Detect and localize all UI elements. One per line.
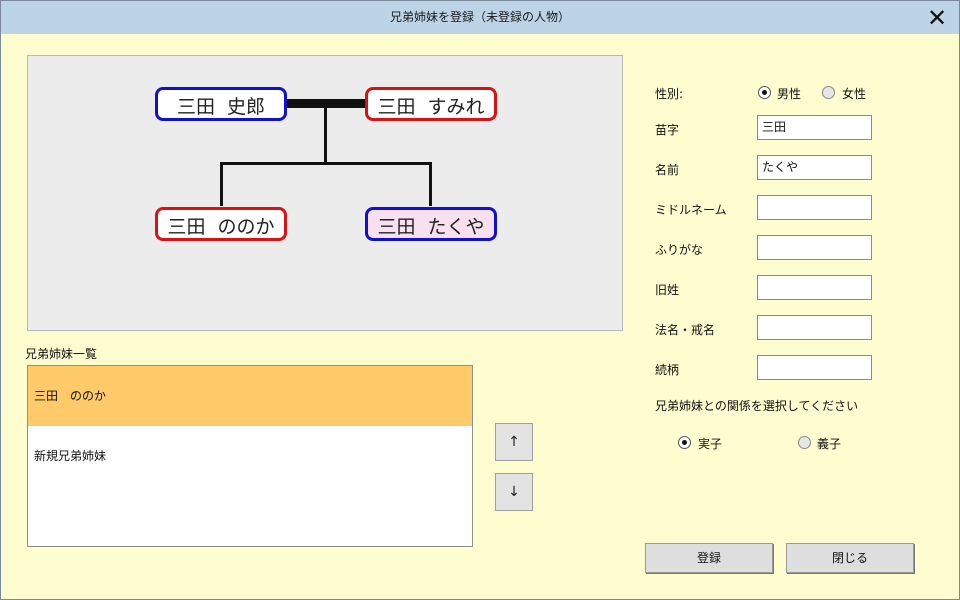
child1-line xyxy=(220,162,223,206)
surname-label: 苗字 xyxy=(655,123,680,137)
close-icon[interactable]: ✕ xyxy=(923,4,951,32)
given-name-field[interactable]: たくや xyxy=(757,155,872,180)
maiden-name-field[interactable] xyxy=(757,275,872,300)
gender-male-label[interactable]: 男性 xyxy=(777,85,801,102)
register-button[interactable]: 登録 xyxy=(645,543,773,573)
sibling-relation-prompt: 兄弟姉妹との関係を選択してください xyxy=(655,399,859,413)
child2-line xyxy=(429,162,432,206)
move-up-button[interactable]: ↑ xyxy=(495,423,533,461)
maiden-name-label: 旧姓 xyxy=(655,283,680,297)
current-person-node[interactable]: 三田 たくや xyxy=(365,207,497,241)
list-item[interactable]: 三田 ののか xyxy=(28,366,472,426)
sibling-node-nonoka[interactable]: 三田 ののか xyxy=(155,207,287,241)
gender-male-radio[interactable] xyxy=(758,86,771,99)
siblings-listbox[interactable]: 三田 ののか 新規兄弟姉妹 xyxy=(27,365,473,547)
furigana-label: ふりがな xyxy=(655,243,704,257)
marriage-line xyxy=(286,99,366,108)
dialog-window: 兄弟姉妹を登録（未登録の人物） ✕ 三田 史郎 三田 すみれ 三田 ののか 三田… xyxy=(0,0,960,600)
biological-child-radio[interactable] xyxy=(678,436,691,449)
gender-female-radio[interactable] xyxy=(822,86,835,99)
radio-dot xyxy=(682,440,687,445)
adopted-child-label[interactable]: 義子 xyxy=(817,435,841,452)
middle-name-field[interactable] xyxy=(757,195,872,220)
siblings-list-label: 兄弟姉妹一覧 xyxy=(25,347,98,361)
biological-child-label[interactable]: 実子 xyxy=(698,435,722,452)
radio-dot xyxy=(762,90,767,95)
gender-label: 性別: xyxy=(655,87,684,101)
list-item[interactable]: 新規兄弟姉妹 xyxy=(28,426,472,486)
window-title: 兄弟姉妹を登録（未登録の人物） xyxy=(389,10,570,24)
father-node[interactable]: 三田 史郎 xyxy=(155,87,287,121)
adopted-child-radio[interactable] xyxy=(798,436,811,449)
relation-label: 続柄 xyxy=(655,363,680,377)
relation-field[interactable] xyxy=(757,355,872,380)
furigana-field[interactable] xyxy=(757,235,872,260)
buddhist-name-label: 法名・戒名 xyxy=(655,323,716,337)
close-button[interactable]: 閉じる xyxy=(786,543,914,573)
buddhist-name-field[interactable] xyxy=(757,315,872,340)
given-name-label: 名前 xyxy=(655,163,680,177)
move-down-button[interactable]: ↓ xyxy=(495,473,533,511)
family-tree-panel: 三田 史郎 三田 すみれ 三田 ののか 三田 たくや xyxy=(27,55,623,331)
middle-name-label: ミドルネーム xyxy=(655,203,727,217)
descent-line xyxy=(324,108,327,164)
title-bar: 兄弟姉妹を登録（未登録の人物） ✕ xyxy=(1,1,959,34)
mother-node[interactable]: 三田 すみれ xyxy=(365,87,497,121)
gender-female-label[interactable]: 女性 xyxy=(842,85,866,102)
surname-field[interactable]: 三田 xyxy=(757,115,872,140)
sibling-bar xyxy=(220,162,432,165)
